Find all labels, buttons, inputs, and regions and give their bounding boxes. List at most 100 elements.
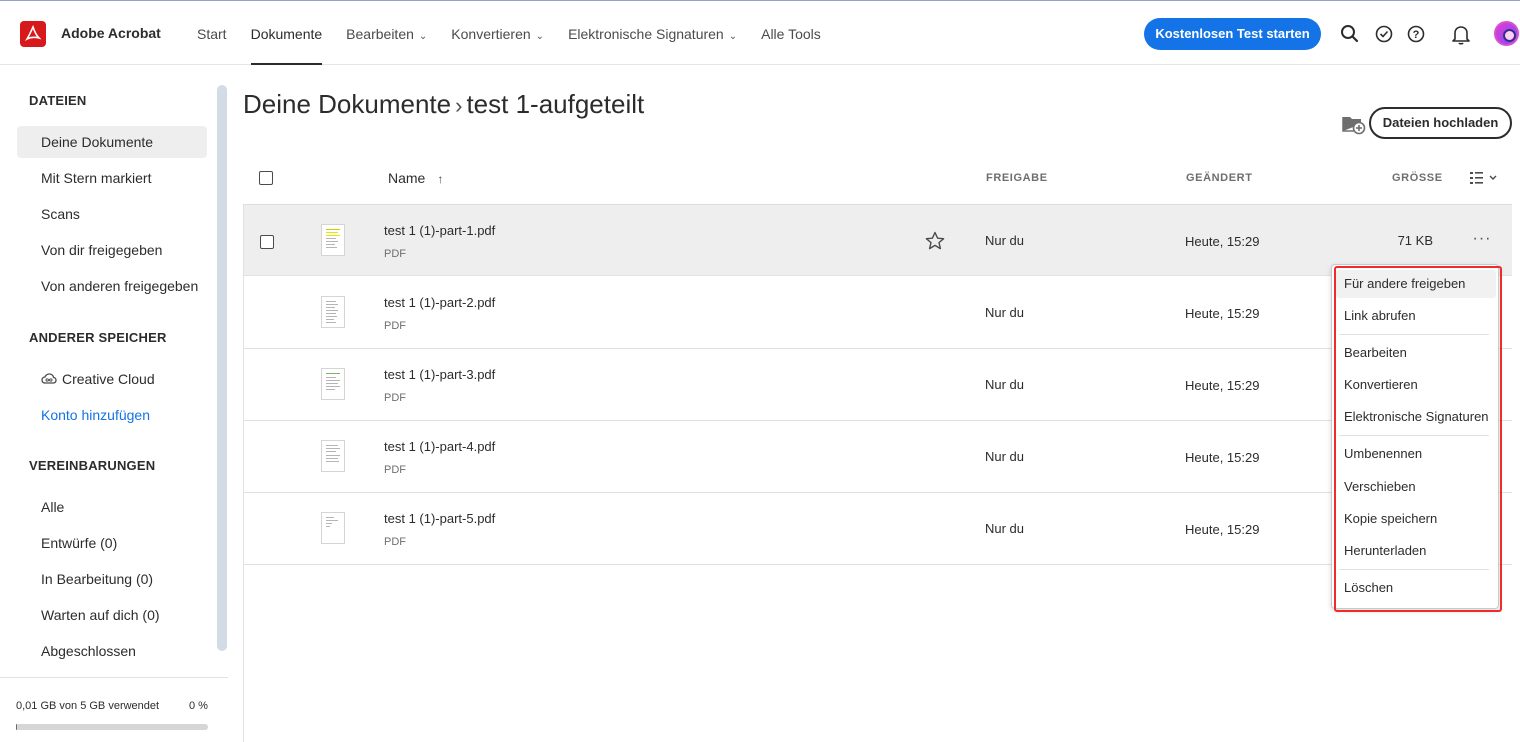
file-size: 71 KB (1397, 233, 1433, 248)
file-name[interactable]: test 1 (1)-part-2.pdf (384, 295, 495, 310)
nav-bearbeiten[interactable]: Bearbeiten ⌄ (346, 1, 427, 65)
sidebar-item-in-bearbeitung[interactable]: In Bearbeitung (0) (17, 563, 207, 595)
sidebar-scrollbar[interactable] (217, 85, 227, 651)
file-context-menu: Für andere freigeben Link abrufen Bearbe… (1331, 264, 1499, 609)
sidebar-item-abgeschlossen[interactable]: Abgeschlossen (17, 635, 207, 667)
file-type: PDF (384, 320, 406, 332)
menu-item-download[interactable]: Herunterladen (1336, 537, 1496, 565)
sidebar-item-alle[interactable]: Alle (17, 491, 207, 523)
file-name[interactable]: test 1 (1)-part-5.pdf (384, 511, 495, 526)
table-row[interactable]: test 1 (1)-part-3.pdf PDF Nur du Heute, … (244, 349, 1512, 421)
storage-progress-bar (16, 724, 208, 730)
menu-item-e-signatures[interactable]: Elektronische Signaturen (1336, 403, 1496, 431)
file-name[interactable]: test 1 (1)-part-3.pdf (384, 367, 495, 382)
file-thumbnail (321, 440, 345, 472)
table-row[interactable]: test 1 (1)-part-4.pdf PDF Nur du Heute, … (244, 421, 1512, 493)
svg-text:?: ? (1413, 29, 1420, 41)
file-modified: Heute, 15:29 (1185, 234, 1260, 249)
start-trial-button[interactable]: Kostenlosen Test starten (1144, 18, 1321, 50)
file-type: PDF (384, 392, 406, 404)
sidebar-heading-anderer-speicher: ANDERER SPEICHER (29, 330, 167, 345)
table-row[interactable]: test 1 (1)-part-1.pdf PDF Nur du Heute, … (244, 204, 1512, 276)
select-all-checkbox[interactable] (259, 171, 273, 185)
sidebar-item-deine-dokumente[interactable]: Deine Dokumente (17, 126, 207, 158)
file-name[interactable]: test 1 (1)-part-4.pdf (384, 439, 495, 454)
sidebar-item-von-dir-freigegeben[interactable]: Von dir freigegeben (17, 234, 207, 266)
list-view-icon[interactable] (1469, 170, 1501, 186)
column-header-modified[interactable]: GEÄNDERT (1186, 172, 1253, 184)
menu-item-save-copy[interactable]: Kopie speichern (1336, 505, 1496, 533)
nav-konvertieren[interactable]: Konvertieren ⌄ (451, 1, 544, 65)
menu-separator (1339, 435, 1489, 436)
menu-item-move[interactable]: Verschieben (1336, 473, 1496, 501)
file-share-status: Nur du (985, 521, 1025, 536)
column-header-size[interactable]: GRÖSSE (1392, 172, 1443, 184)
sidebar-item-mit-stern-markiert[interactable]: Mit Stern markiert (17, 162, 207, 194)
file-type: PDF (384, 536, 406, 548)
column-header-name[interactable]: Name ↑ (388, 170, 443, 186)
column-header-share[interactable]: FREIGABE (986, 172, 1048, 184)
chevron-down-icon: ⌄ (728, 31, 738, 42)
file-type: PDF (384, 464, 406, 476)
app-name[interactable]: Adobe Acrobat (61, 25, 161, 41)
sidebar-heading-vereinbarungen: VEREINBARUNGEN (29, 458, 156, 473)
nav-label: Start (197, 26, 227, 42)
file-share-status: Nur du (985, 377, 1025, 392)
file-modified: Heute, 15:29 (1185, 450, 1260, 465)
file-thumbnail (321, 368, 345, 400)
file-name[interactable]: test 1 (1)-part-1.pdf (384, 223, 495, 238)
notifications-bell-icon[interactable] (1450, 23, 1472, 45)
nav-label: Dokumente (250, 26, 323, 42)
file-thumbnail (321, 512, 345, 544)
menu-item-convert[interactable]: Konvertieren (1336, 371, 1496, 399)
creative-cloud-icon (41, 373, 57, 384)
file-modified: Heute, 15:29 (1185, 306, 1260, 321)
sidebar-heading-dateien: DATEIEN (29, 93, 87, 108)
sidebar: DATEIEN Deine Dokumente Mit Stern markie… (0, 65, 228, 742)
nav-label: Bearbeiten (346, 26, 414, 42)
menu-item-delete[interactable]: Löschen (1336, 574, 1496, 602)
sidebar-item-entwuerfe[interactable]: Entwürfe (0) (17, 527, 207, 559)
menu-item-get-link[interactable]: Link abrufen (1336, 302, 1496, 330)
sidebar-divider (0, 677, 228, 678)
nav-start[interactable]: Start (197, 1, 227, 65)
sidebar-item-creative-cloud[interactable]: Creative Cloud (17, 363, 207, 395)
menu-separator (1339, 334, 1489, 335)
breadcrumb-current: test 1-aufgeteilt (466, 89, 645, 119)
table-row[interactable]: test 1 (1)-part-2.pdf PDF Nur du Heute, … (244, 277, 1512, 349)
file-thumbnail (321, 224, 345, 256)
storage-usage-text: 0,01 GB von 5 GB verwendet (16, 700, 160, 712)
table-row[interactable]: test 1 (1)-part-5.pdf PDF Nur du Heute, … (244, 493, 1512, 565)
acrobat-logo-icon[interactable] (20, 21, 46, 47)
file-share-status: Nur du (985, 233, 1025, 248)
menu-item-share[interactable]: Für andere freigeben (1336, 270, 1496, 298)
check-circle-icon[interactable] (1373, 23, 1395, 45)
nav-elektronische-signaturen[interactable]: Elektronische Signaturen ⌄ (568, 1, 737, 65)
menu-separator (1339, 569, 1489, 570)
sidebar-item-von-anderen-freigegeben[interactable]: Von anderen freigegeben (17, 270, 207, 302)
sidebar-item-scans[interactable]: Scans (17, 198, 207, 230)
help-icon[interactable]: ? (1405, 23, 1427, 45)
nav-alle-tools[interactable]: Alle Tools (761, 1, 821, 65)
storage-usage-percent: 0 % (189, 700, 208, 712)
file-modified: Heute, 15:29 (1185, 378, 1260, 393)
nav-label: Alle Tools (761, 26, 821, 42)
star-icon[interactable] (925, 231, 945, 251)
new-folder-icon[interactable] (1342, 113, 1366, 135)
top-bar: Adobe Acrobat Start Dokumente Bearbeiten… (0, 0, 1520, 65)
breadcrumb-root[interactable]: Deine Dokumente (243, 89, 451, 119)
more-options-icon[interactable]: ··· (1470, 231, 1494, 251)
nav-dokumente[interactable]: Dokumente (250, 1, 323, 65)
upload-files-button[interactable]: Dateien hochladen (1369, 107, 1512, 139)
sort-ascending-icon: ↑ (437, 172, 444, 186)
file-share-status: Nur du (985, 449, 1025, 464)
menu-item-rename[interactable]: Umbenennen (1336, 440, 1496, 468)
add-account-link[interactable]: Konto hinzufügen (17, 399, 207, 431)
row-checkbox[interactable] (260, 235, 274, 249)
sidebar-item-warten-auf-dich[interactable]: Warten auf dich (0) (17, 599, 207, 631)
menu-item-edit[interactable]: Bearbeiten (1336, 339, 1496, 367)
creative-cloud-label: Creative Cloud (62, 371, 155, 387)
main-nav: Start Dokumente Bearbeiten ⌄ Konvertieren… (197, 1, 845, 65)
user-avatar[interactable] (1494, 21, 1519, 46)
search-icon[interactable] (1339, 23, 1361, 45)
